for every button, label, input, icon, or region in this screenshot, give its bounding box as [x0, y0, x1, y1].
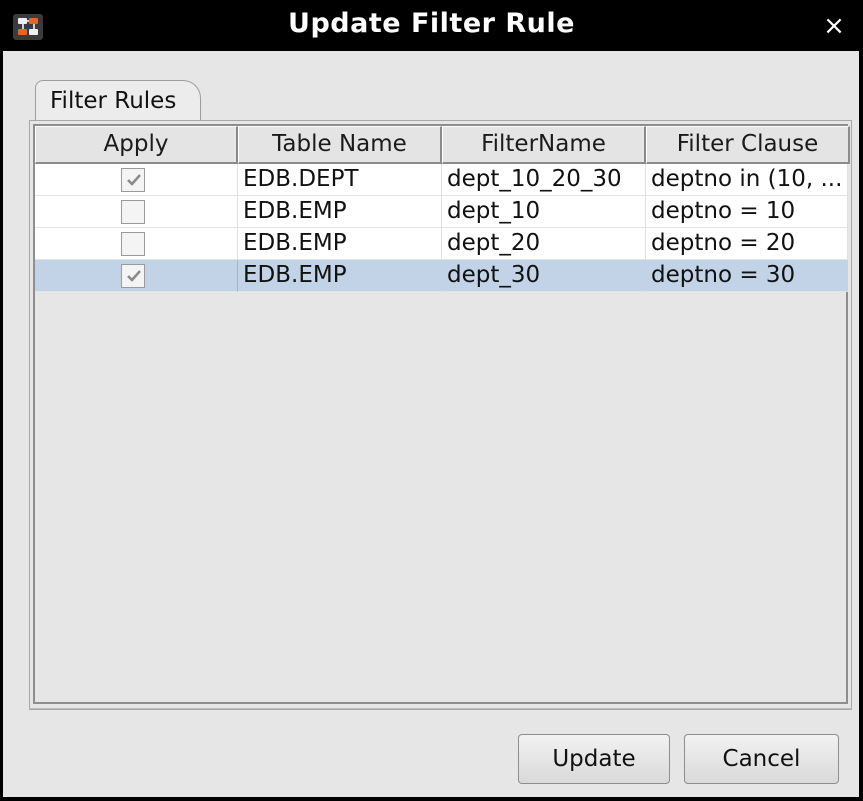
filter-clause-cell[interactable]: deptno = 20 [646, 228, 848, 260]
close-icon[interactable]: × [823, 13, 845, 39]
apply-cell [35, 164, 238, 196]
filter-name-cell[interactable]: dept_30 [442, 260, 646, 292]
table-row[interactable]: EDB.EMP dept_20 deptno = 20 [35, 228, 848, 260]
apply-checkbox[interactable] [121, 264, 145, 288]
filter-clause-cell[interactable]: deptno = 30 [646, 260, 848, 292]
table-row[interactable]: EDB.EMP dept_10 deptno = 10 [35, 196, 848, 228]
table-name-cell[interactable]: EDB.EMP [238, 228, 442, 260]
cancel-button[interactable]: Cancel [684, 734, 839, 784]
column-header-filter-name[interactable]: FilterName [442, 126, 646, 164]
checkmark-icon [127, 270, 141, 282]
filter-name-cell[interactable]: dept_10 [442, 196, 646, 228]
dialog-window: Update Filter Rule × Filter Rules Apply … [0, 0, 863, 801]
table-row[interactable]: EDB.EMP dept_30 deptno = 30 [35, 260, 848, 292]
filter-name-cell[interactable]: dept_10_20_30 [442, 164, 646, 196]
table-name-cell[interactable]: EDB.EMP [238, 260, 442, 292]
table-name-cell[interactable]: EDB.EMP [238, 196, 442, 228]
filter-clause-cell[interactable]: deptno in (10, ... [646, 164, 848, 196]
apply-checkbox[interactable] [121, 168, 145, 192]
title-bar[interactable]: Update Filter Rule × [0, 0, 863, 51]
filter-rules-panel: Apply Table Name FilterName Filter Claus… [29, 120, 852, 710]
apply-checkbox[interactable] [121, 232, 145, 256]
filter-rules-table: Apply Table Name FilterName Filter Claus… [33, 124, 850, 704]
checkmark-icon [127, 174, 141, 186]
filter-clause-cell[interactable]: deptno = 10 [646, 196, 848, 228]
column-header-apply[interactable]: Apply [35, 126, 238, 164]
tab-label: Filter Rules [50, 88, 177, 114]
table-header: Apply Table Name FilterName Filter Claus… [35, 126, 850, 164]
dialog-content: Filter Rules Apply Table Name FilterName… [3, 51, 859, 797]
column-header-filter-clause[interactable]: Filter Clause [646, 126, 850, 164]
dialog-title: Update Filter Rule [288, 8, 575, 39]
column-header-table-name[interactable]: Table Name [238, 126, 442, 164]
table-row[interactable]: EDB.DEPT dept_10_20_30 deptno in (10, ... [35, 164, 848, 196]
apply-checkbox[interactable] [121, 200, 145, 224]
table-name-cell[interactable]: EDB.DEPT [238, 164, 442, 196]
apply-cell [35, 260, 238, 292]
filter-name-cell[interactable]: dept_20 [442, 228, 646, 260]
apply-cell [35, 228, 238, 260]
divider [29, 708, 852, 709]
tab-filter-rules[interactable]: Filter Rules [35, 80, 201, 121]
apply-cell [35, 196, 238, 228]
update-button[interactable]: Update [518, 734, 670, 784]
